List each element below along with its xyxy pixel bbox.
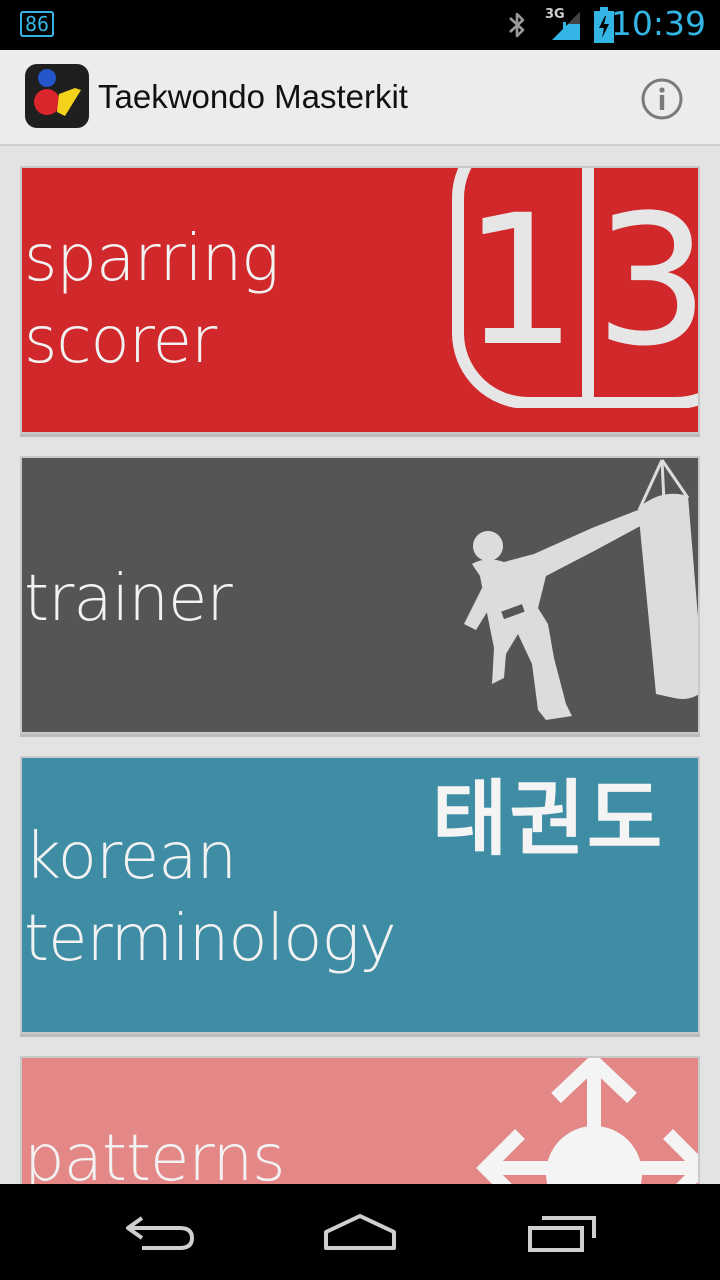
- navigation-bar: [0, 1184, 720, 1280]
- app-title: Taekwondo Masterkit: [98, 78, 408, 115]
- tile-trainer[interactable]: trainer: [20, 456, 700, 734]
- tile-korean-terminology[interactable]: korean terminology 태권도: [20, 756, 700, 1034]
- tile-label: trainer: [24, 562, 233, 636]
- tile-label: sparring scorer: [24, 222, 280, 378]
- info-icon[interactable]: [640, 77, 684, 121]
- tile-label: korean terminology: [24, 820, 397, 976]
- scoreboard-icon: 1 3: [452, 168, 700, 408]
- tile-sparring-scorer[interactable]: sparring scorer 1 3: [20, 166, 700, 434]
- app-logo-icon[interactable]: [25, 64, 89, 128]
- hangul-text: 태권도: [432, 772, 665, 867]
- bluetooth-icon: [509, 12, 525, 38]
- status-bar: 86 3G 10:39: [0, 0, 720, 50]
- score-right: 3: [595, 177, 700, 386]
- score-left: 1: [463, 177, 578, 386]
- clock: 10:39: [610, 4, 706, 43]
- home-icon[interactable]: [318, 1210, 402, 1254]
- action-bar: Taekwondo Masterkit: [0, 50, 720, 146]
- notification-badge: 86: [20, 11, 55, 37]
- recents-icon[interactable]: [524, 1210, 600, 1254]
- kicking-bag-silhouette-icon: [464, 459, 698, 720]
- back-icon[interactable]: [120, 1210, 200, 1254]
- signal-icon: [552, 12, 580, 40]
